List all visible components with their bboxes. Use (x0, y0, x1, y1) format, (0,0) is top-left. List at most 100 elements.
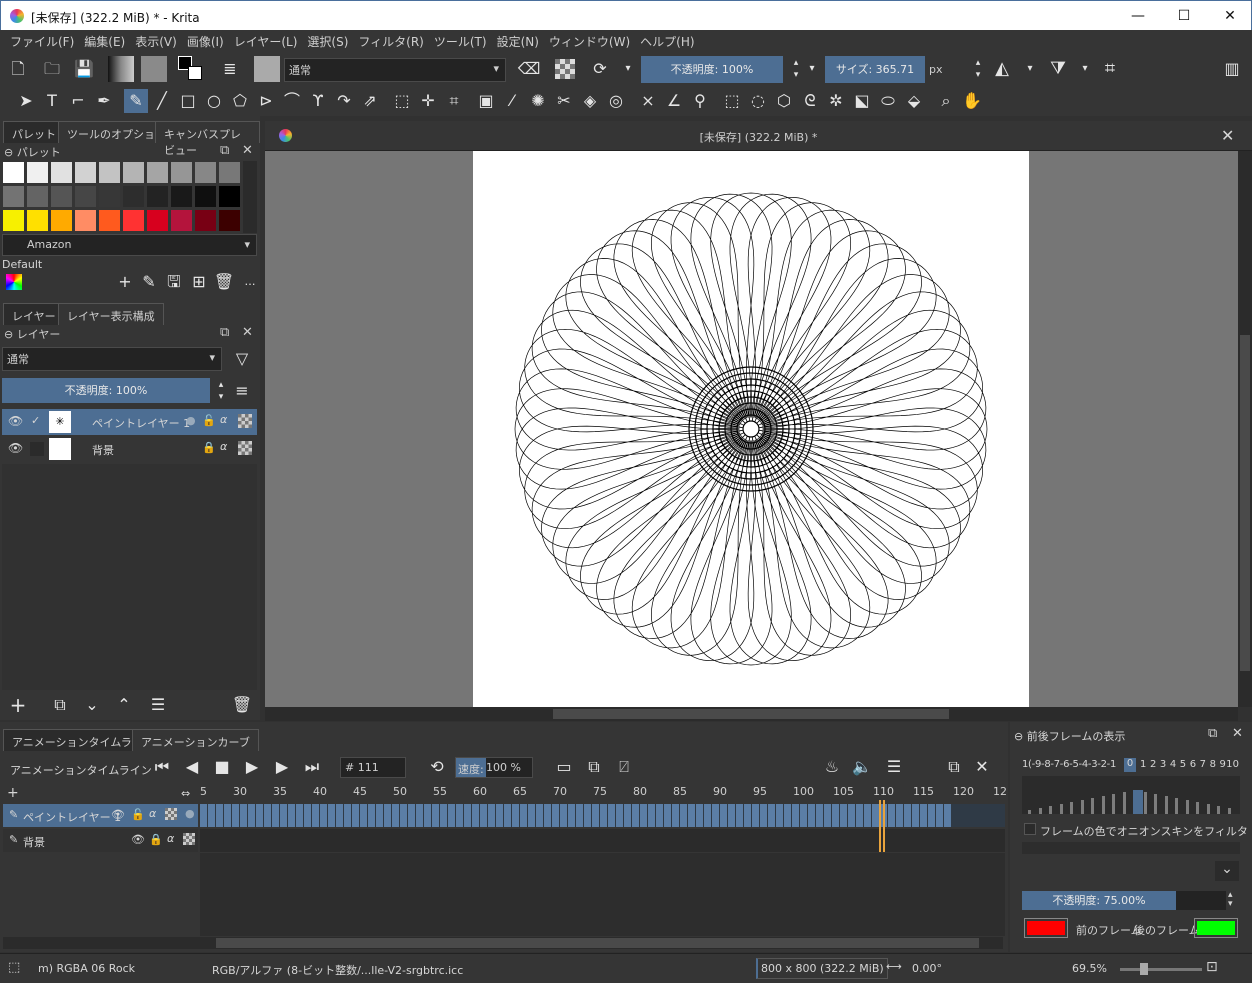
keyframe-cell[interactable] (872, 804, 879, 827)
layer-row-paint1[interactable]: 👁 ✓ ✳ ペイントレイヤー 1 ● 🔓 α (2, 409, 257, 435)
contiguous-select-icon[interactable]: ✲ (824, 89, 848, 113)
keyframe-cell[interactable] (944, 804, 951, 827)
edit-shapes-icon[interactable]: ⌐ (66, 89, 90, 113)
stop-icon[interactable]: ■ (210, 755, 234, 779)
palette-swatch[interactable] (26, 209, 49, 232)
timeline-layer-background[interactable]: ✎ 背景 👁 🔒 α (3, 829, 198, 852)
wrap-around-icon[interactable]: ⌗ (1098, 57, 1122, 81)
checkbox[interactable]: ✓ (31, 414, 40, 427)
keyframe-cell[interactable] (768, 804, 775, 827)
keyframe-cell[interactable] (416, 804, 423, 827)
save-palette-icon[interactable]: 🖫 (162, 270, 186, 294)
scroll-thumb[interactable] (216, 938, 979, 948)
text-tool-icon[interactable]: T (40, 89, 64, 113)
freehand-brush-icon[interactable]: ✎ (124, 89, 148, 113)
lock-icon[interactable]: 🔒 (149, 833, 163, 846)
keyframe-cell[interactable] (784, 804, 791, 827)
keyframe-cell[interactable] (400, 804, 407, 827)
prev-frame-icon[interactable]: ◀ (180, 755, 204, 779)
keyframe-cell[interactable] (864, 804, 871, 827)
palette-swatch[interactable] (122, 209, 145, 232)
zoom-handle[interactable] (1140, 963, 1148, 975)
close-window-button[interactable]: ✕ (1207, 1, 1252, 31)
bezier-select-icon[interactable]: ⬭ (876, 89, 900, 113)
keyframe-cell[interactable] (712, 804, 719, 827)
opacity-slider[interactable]: 不透明度: 100% (641, 56, 783, 83)
enclose-fill-icon[interactable]: ◎ (604, 89, 628, 113)
palette-scrollbar[interactable] (243, 161, 257, 233)
keyframe-cell[interactable] (808, 804, 815, 827)
next-frame-icon[interactable]: ▶ (270, 755, 294, 779)
keyframe-cell[interactable] (856, 804, 863, 827)
gradient-tool-icon[interactable]: ▣ (474, 89, 498, 113)
keyframe-cell[interactable] (584, 804, 591, 827)
scroll-thumb[interactable] (1240, 335, 1250, 671)
palette-swatch[interactable] (170, 209, 193, 232)
keyframe-cell[interactable] (680, 804, 687, 827)
layer-row-background[interactable]: 👁 背景 🔒 α (2, 436, 257, 462)
onion-opacity-rest[interactable] (1176, 891, 1226, 910)
image-dimensions[interactable]: 800 x 800 (322.2 MiB) (756, 958, 888, 979)
lock-icon[interactable]: 🔓 (131, 808, 145, 821)
keyframe-cell[interactable] (256, 804, 263, 827)
keyframe-cell[interactable] (216, 804, 223, 827)
keyframe-cell[interactable] (656, 804, 663, 827)
smart-patch-icon[interactable]: ✂ (552, 89, 576, 113)
keyframe-cell[interactable] (208, 804, 215, 827)
palette-swatch[interactable] (74, 185, 97, 208)
keyframe-cell[interactable] (800, 804, 807, 827)
palette-swatch[interactable] (122, 185, 145, 208)
document-title[interactable]: [未保存] (322.2 MiB) * (265, 129, 1252, 145)
palette-swatch[interactable] (98, 161, 121, 184)
close-icon[interactable]: ✕ (970, 755, 994, 779)
keyframe-cell[interactable] (496, 804, 503, 827)
canvas-only-icon[interactable]: ⊡ (1206, 959, 1218, 975)
keyframe-cell[interactable] (264, 804, 271, 827)
first-frame-icon[interactable]: ⏮ (150, 755, 174, 779)
magnetic-select-icon[interactable]: ⬙ (902, 89, 926, 113)
palette-swatch[interactable] (122, 161, 145, 184)
keyframe-cell[interactable] (672, 804, 679, 827)
keyframe-cell[interactable] (232, 804, 239, 827)
palette-swatch[interactable] (74, 209, 97, 232)
add-swatch-icon[interactable]: + (113, 270, 137, 294)
speed-input[interactable]: 速度: 100 % (455, 757, 533, 778)
onion-frame-bar[interactable] (1059, 804, 1063, 814)
save-icon[interactable]: 💾 (72, 57, 96, 81)
scroll-thumb[interactable] (553, 709, 949, 719)
keyframe-cell[interactable] (728, 804, 735, 827)
onion-frame-bar[interactable] (1049, 806, 1052, 814)
zoom-tool-icon[interactable]: ⌕ (934, 89, 958, 113)
keyframe-cell[interactable] (536, 804, 543, 827)
keyframe-cell[interactable] (592, 804, 599, 827)
palette-icon[interactable] (6, 274, 22, 290)
delete-layer-icon[interactable]: 🗑 (230, 693, 254, 717)
keyframe-cell[interactable] (392, 804, 399, 827)
palette-swatch[interactable] (194, 209, 217, 232)
float-icon[interactable]: ⧉ (220, 325, 229, 343)
onion-frame-bar[interactable] (1143, 792, 1147, 814)
duplicate-layer-icon[interactable]: ⧉ (48, 693, 72, 717)
onion-frame-bar[interactable] (1080, 800, 1084, 814)
onion-frame-bar[interactable] (1164, 796, 1168, 814)
reload-preset-icon[interactable]: ⟳ (588, 57, 612, 81)
onion-frame-bar[interactable] (1028, 810, 1031, 814)
tab-layers[interactable]: レイヤー (3, 303, 65, 325)
no-frame-icon[interactable]: ⍁ (612, 755, 636, 779)
keyframe-cell[interactable] (240, 804, 247, 827)
palette-selector[interactable]: Amazon ▾ (2, 234, 257, 256)
pin-icon[interactable]: ✎ (9, 833, 18, 846)
alpha-icon[interactable]: α (220, 413, 227, 426)
chevron-down-icon[interactable]: ▾ (616, 57, 640, 81)
keyframe-cell[interactable] (920, 804, 927, 827)
keyframe-cell[interactable] (360, 804, 367, 827)
calligraphy-icon[interactable]: ✒ (92, 89, 116, 113)
keyframe-cell[interactable] (224, 804, 231, 827)
menu-help[interactable]: ヘルプ(H) (635, 30, 699, 50)
keyframe-cell[interactable] (760, 804, 767, 827)
onion-opacity-spinner[interactable]: ▴ ▾ (1228, 891, 1233, 909)
pan-tool-icon[interactable]: ✋ (960, 89, 984, 113)
onion-frame-bar[interactable] (1038, 808, 1042, 814)
onion-frame-bar[interactable] (1091, 798, 1094, 814)
ellipse-select-icon[interactable]: ◌ (746, 89, 770, 113)
